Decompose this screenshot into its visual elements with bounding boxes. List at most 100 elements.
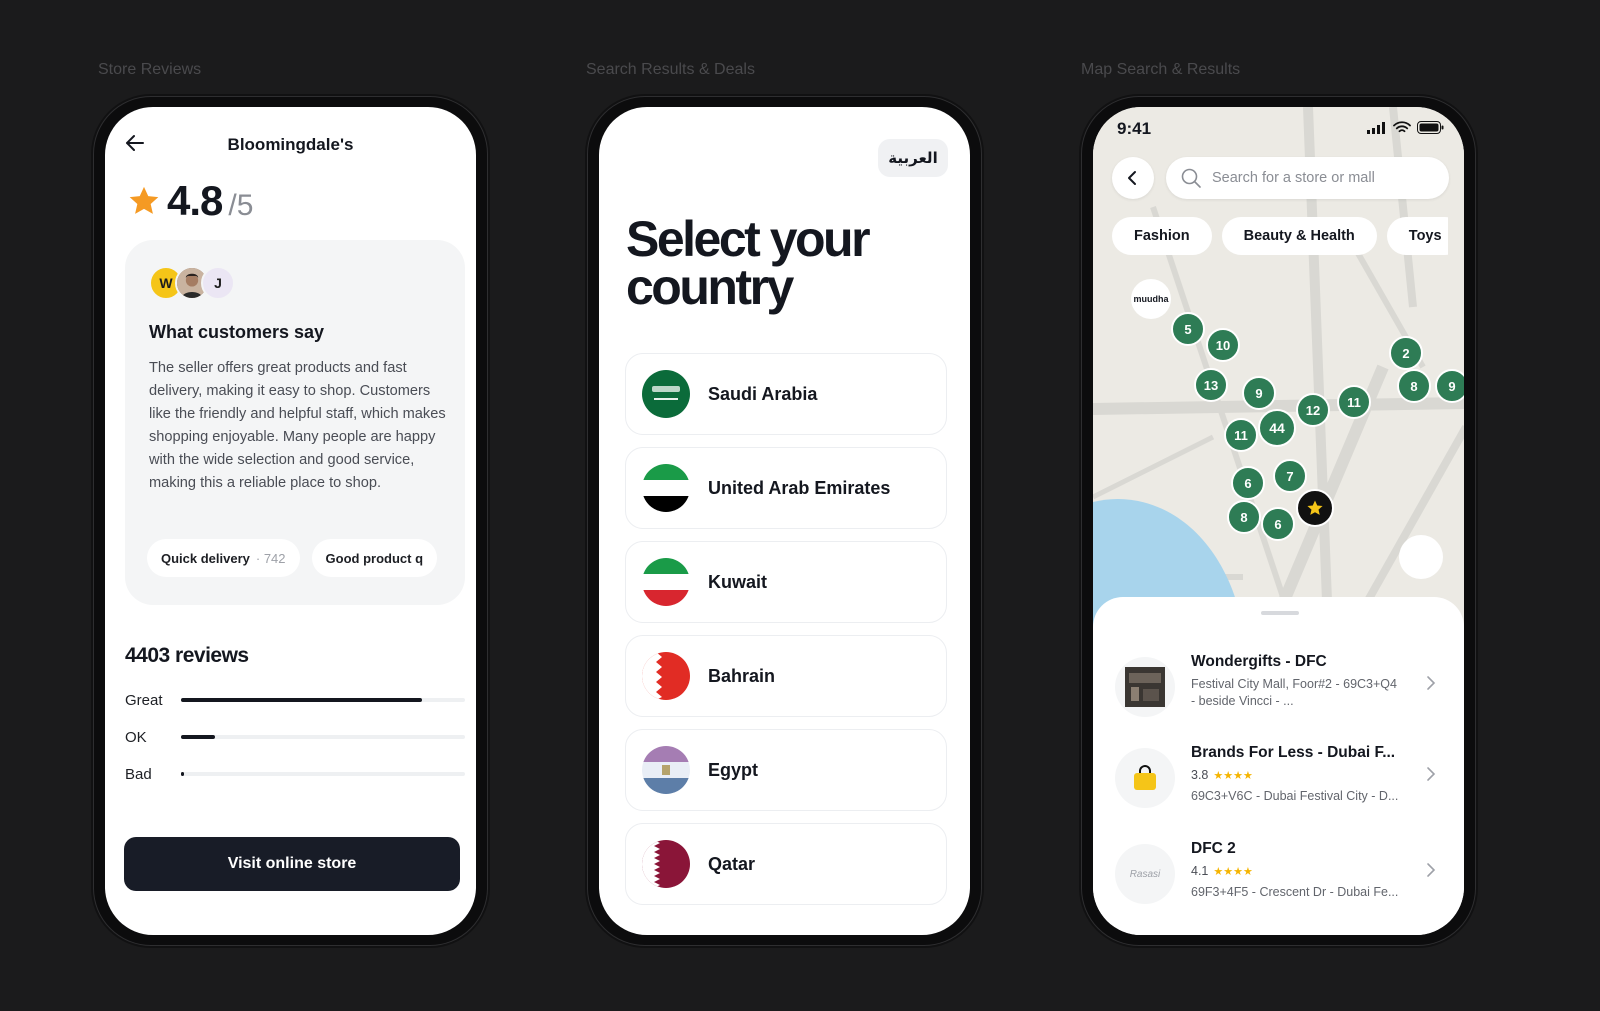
country-screen: العربية Select your country Saudi Arabia… [599,107,970,935]
chip-beauty-health[interactable]: Beauty & Health [1221,217,1377,255]
country-name: Qatar [708,853,756,874]
review-tag[interactable]: Good product q [311,539,438,577]
store-item[interactable]: Rasasi DFC 2 4.1 ★★★★ 69F3+4F5 - Crescen… [1093,840,1464,926]
visit-online-store-button[interactable]: Visit online store [124,837,460,891]
back-button[interactable] [1112,157,1154,199]
tag-count: · 742 [255,550,286,566]
map-cluster[interactable]: 6 [1261,507,1295,541]
chip-toys[interactable]: Toys [1386,217,1448,255]
store-name: Brands For Less - Dubai F... [1191,744,1396,761]
search-input[interactable] [1212,170,1432,186]
stars-icon: ★★★★ [1213,865,1253,878]
map-cluster[interactable]: 12 [1296,393,1330,427]
sheet-handle[interactable] [1261,611,1299,615]
rating-value: 4.1 [1191,864,1209,878]
store-address: Festival City Mall, Foor#2 - 69C3+Q4 [1191,677,1397,691]
status-bar: 9:41 [1093,119,1464,139]
country-item-uae[interactable]: United Arab Emirates [625,447,947,529]
rating-summary: 4.8 /5 [127,177,253,225]
map-cluster[interactable]: 10 [1206,328,1240,362]
card-title: What customers say [149,322,325,342]
page-title: Select your country [626,211,871,315]
kuwait-flag-icon [642,558,690,606]
store-rating: 4.1 ★★★★ [1191,864,1253,878]
map-view[interactable]: 9:41 Fashion Beauty & Health Toys muudha [1093,107,1464,627]
battery-icon [1417,121,1444,134]
bar-track [181,772,465,776]
store-rating: 3.8 ★★★★ [1191,768,1253,782]
map-cluster[interactable]: 44 [1258,409,1296,447]
phone-select-country: العربية Select your country Saudi Arabia… [587,96,982,946]
customers-say-card: W J What customers say The seller offers… [125,240,465,605]
map-cluster[interactable]: 7 [1273,459,1307,493]
search-bar[interactable] [1166,157,1449,199]
country-item-saudi-arabia[interactable]: Saudi Arabia [625,353,947,435]
chevron-right-icon [1427,863,1436,877]
country-name: United Arab Emirates [708,477,891,498]
phone-store-reviews: Bloomingdale's 4.8 /5 W J What customers… [93,96,488,946]
map-cluster[interactable]: 8 [1397,369,1431,403]
shopping-bag-icon [1134,765,1156,790]
rating-value: 4.8 [167,177,223,224]
country-item-qatar[interactable]: Qatar [625,823,947,905]
country-name: Saudi Arabia [708,383,818,404]
map-cluster[interactable]: 2 [1389,336,1423,370]
status-icons [1367,121,1444,134]
map-screen: 9:41 Fashion Beauty & Health Toys muudha [1093,107,1464,935]
avatar-group: W J [149,266,235,300]
reviews-header: Bloomingdale's [105,121,476,165]
map-cluster[interactable]: 6 [1231,466,1265,500]
store-thumbnail [1115,748,1175,808]
country-item-kuwait[interactable]: Kuwait [625,541,947,623]
qatar-flag-icon [642,840,690,888]
country-item-egypt[interactable]: Egypt [625,729,947,811]
phone-map-search: 9:41 Fashion Beauty & Health Toys muudha [1081,96,1476,946]
bar-fill [181,772,184,776]
review-tag[interactable]: Quick delivery · 742 [147,539,300,577]
store-item[interactable]: Wondergifts - DFC Festival City Mall, Fo… [1093,653,1464,739]
rating-value: 3.8 [1191,768,1209,782]
section-label-map-search: Map Search & Results [1081,61,1241,78]
saudi-arabia-flag-icon [642,370,690,418]
wifi-icon [1393,121,1411,133]
section-label-store-reviews: Store Reviews [98,61,202,78]
map-cluster[interactable]: 9 [1242,376,1276,410]
store-pin-muudha[interactable]: muudha [1131,279,1171,319]
map-cluster[interactable]: 13 [1194,368,1228,402]
bar-label: Great [125,691,163,709]
rating-bar-ok: OK [125,727,465,747]
country-name: Kuwait [708,571,768,592]
category-chips: Fashion Beauty & Health Toys [1112,217,1448,255]
store-title: Bloomingdale's [227,135,354,154]
map-cluster[interactable]: 11 [1224,418,1258,452]
chevron-right-icon [1427,676,1436,690]
bar-label: Bad [125,765,152,783]
chevron-right-icon [1427,767,1436,781]
map-cluster[interactable]: 8 [1227,500,1261,534]
star-icon [1307,500,1323,515]
bar-track [181,735,465,739]
map-cluster[interactable]: 5 [1171,312,1205,346]
store-name: Wondergifts - DFC [1191,653,1327,670]
store-item[interactable]: Brands For Less - Dubai F... 3.8 ★★★★ 69… [1093,744,1464,830]
card-summary: The seller offers great products and fas… [149,360,446,491]
search-icon [1181,168,1201,188]
reviews-count: 4403 reviews [125,644,249,667]
map-cluster[interactable]: 9 [1435,369,1464,403]
locate-button[interactable] [1399,535,1443,579]
store-thumbnail [1115,657,1175,717]
bar-label: OK [125,728,147,746]
language-toggle-button[interactable]: العربية [878,139,948,177]
chip-fashion[interactable]: Fashion [1112,217,1212,255]
reviews-screen: Bloomingdale's 4.8 /5 W J What customers… [105,107,476,935]
map-cluster[interactable]: 11 [1337,385,1371,419]
store-address: - beside Vincci - ... [1191,694,1294,708]
signal-icon [1367,121,1385,134]
tag-label: Quick delivery [161,550,250,566]
favorite-pin[interactable] [1296,489,1334,527]
bahrain-flag-icon [642,652,690,700]
store-address: 69C3+V6C - Dubai Festival City - D... [1191,789,1399,803]
country-item-bahrain[interactable]: Bahrain [625,635,947,717]
section-label-search-results: Search Results & Deals [586,61,755,78]
store-address: 69F3+4F5 - Crescent Dr - Dubai Fe... [1191,885,1399,899]
